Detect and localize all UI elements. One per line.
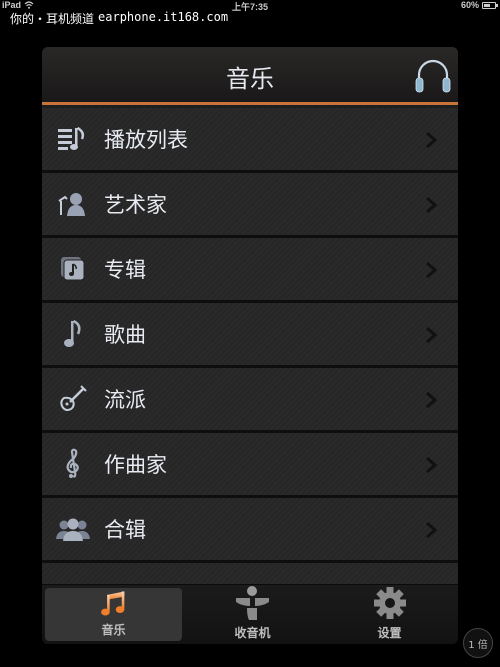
watermark: 你的・耳机频道 earphone.it168.com <box>10 10 228 27</box>
nav-header: 音乐 <box>42 47 458 105</box>
tab-label: 收音机 <box>234 626 271 640</box>
tab-music[interactable]: 音乐 <box>45 588 182 641</box>
zoom-level-button[interactable]: 1 倍 <box>463 628 493 658</box>
list-item-compilations[interactable]: 合辑 <box>42 498 458 563</box>
list-item-artists[interactable]: 艺术家 <box>42 173 458 238</box>
list-item-playlists[interactable]: 播放列表 <box>42 108 458 173</box>
tab-radio[interactable]: 收音机 <box>184 585 321 644</box>
list-item-label: 流派 <box>104 388 146 412</box>
tab-settings[interactable]: 设置 <box>321 585 458 644</box>
battery-percent: 60% <box>460 0 479 10</box>
chevron-right-icon <box>426 261 438 279</box>
chevron-right-icon <box>426 326 438 344</box>
chevron-right-icon <box>426 196 438 214</box>
list-item-label: 歌曲 <box>104 323 146 347</box>
list-item-label: 播放列表 <box>104 128 188 152</box>
tab-bar: 音乐 收音机 设置 <box>42 584 458 644</box>
chevron-right-icon <box>426 521 438 539</box>
music-panel: 音乐 播放列表 艺术家 专辑 歌曲 流派 作曲家 合辑 音乐 收音机 设置 <box>42 47 458 644</box>
album-icon <box>56 252 90 286</box>
tab-label: 音乐 <box>101 623 126 637</box>
headphones-icon[interactable] <box>414 57 452 95</box>
chevron-right-icon <box>426 456 438 474</box>
genre-icon <box>56 382 90 416</box>
playlist-icon <box>56 122 90 156</box>
chevron-right-icon <box>426 391 438 409</box>
list-item-label: 合辑 <box>104 518 146 542</box>
music-note-icon <box>100 591 124 616</box>
chevron-right-icon <box>426 131 438 149</box>
list-item-songs[interactable]: 歌曲 <box>42 303 458 368</box>
watermark-site-name: 你的・耳机频道 <box>10 12 95 26</box>
list-item-label: 作曲家 <box>104 453 167 477</box>
library-list: 播放列表 艺术家 专辑 歌曲 流派 作曲家 合辑 <box>42 108 458 628</box>
song-icon <box>56 317 90 351</box>
battery-icon <box>482 1 498 9</box>
list-item-genres[interactable]: 流派 <box>42 368 458 433</box>
watermark-url: earphone.it168.com <box>98 10 229 24</box>
page-title: 音乐 <box>226 65 274 93</box>
list-item-albums[interactable]: 专辑 <box>42 238 458 303</box>
artist-icon <box>56 187 90 221</box>
list-item-label: 专辑 <box>104 258 146 282</box>
radio-icon <box>235 586 269 620</box>
tab-label: 设置 <box>377 626 402 640</box>
list-item-composers[interactable]: 作曲家 <box>42 433 458 498</box>
gear-icon <box>373 587 406 619</box>
compilation-icon <box>56 512 90 546</box>
list-item-label: 艺术家 <box>104 193 167 217</box>
composer-icon <box>56 447 90 481</box>
